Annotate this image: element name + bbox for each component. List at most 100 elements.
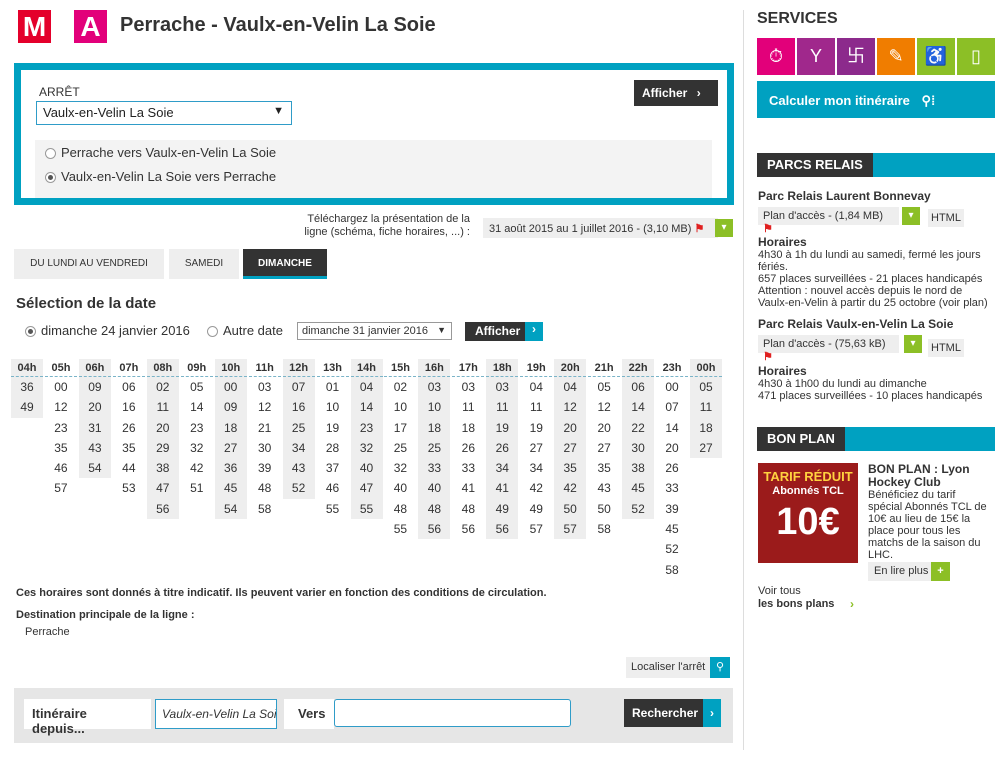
- radio-button[interactable]: [45, 148, 56, 160]
- timetable-minute: 54: [224, 501, 238, 516]
- bon-plan-text: Bénéficiez du tarif spécial Abonnés TCL …: [868, 489, 987, 561]
- timetable-minute: 40: [393, 481, 408, 496]
- afficher-date-button[interactable]: Afficher ›: [465, 322, 543, 341]
- itinerary-to-input[interactable]: [334, 699, 571, 727]
- timetable-column: 06h 09 20 31 43 54: [78, 359, 111, 479]
- timetable-minute: 20: [156, 420, 170, 435]
- timetable-minute: 25: [291, 420, 306, 435]
- timetable-minute: 18: [427, 420, 442, 435]
- parc-2-html[interactable]: HTML: [928, 339, 964, 357]
- parc-1-chevron-icon[interactable]: ▾: [902, 207, 920, 225]
- parc-1-plan[interactable]: Plan d'accès - (1,84 MB) ⚑: [758, 207, 899, 235]
- timetable-hour: 17h: [452, 359, 485, 377]
- timetable-column: 17h 03 11 18 26 33 41 48 56: [452, 359, 485, 539]
- parc-1-attention: Attention : nouvel accès depuis le nord …: [758, 285, 988, 309]
- timetable-minute: 55: [325, 501, 340, 516]
- timetable-column: 20h 04 12 20 27 35 42 50 57: [554, 359, 587, 540]
- mobile-icon[interactable]: ▯: [957, 38, 995, 75]
- ticket-icon[interactable]: ✎: [877, 38, 915, 75]
- route-icon[interactable]: Y: [797, 38, 835, 75]
- direction-option-2[interactable]: Vaulx-en-Velin La Soie vers Perrache: [45, 169, 276, 184]
- read-more-button[interactable]: En lire plus +: [868, 562, 950, 581]
- timetable-minute: 50: [563, 501, 577, 516]
- timetable-column: 15h 02 10 17 25 32 40 48 55: [384, 359, 417, 539]
- date-option-other[interactable]: Autre date: [207, 323, 283, 338]
- timetable-column: 07h 06 16 26 35 44 53: [112, 359, 145, 499]
- download-chevron-icon[interactable]: ▾: [715, 219, 733, 237]
- timetable-minute: 27: [699, 440, 713, 455]
- parcs-relais-header: PARCS RELAIS: [757, 153, 995, 177]
- page-title: Perrache - Vaulx-en-Velin La Soie: [120, 14, 436, 36]
- tab-saturday[interactable]: SAMEDI: [169, 249, 239, 279]
- chevron-right-icon[interactable]: ›: [850, 597, 854, 611]
- timetable-minute: 41: [461, 481, 476, 496]
- search-button[interactable]: Rechercher ›: [624, 699, 721, 727]
- timetable-minute: 23: [190, 420, 204, 435]
- timetable-column: 08h 02 11 20 29 38 47 56: [146, 359, 179, 520]
- date-select[interactable]: dimanche 31 janvier 2016 ▼: [297, 322, 452, 340]
- timetable-minute: 22: [631, 420, 645, 435]
- tab-sunday[interactable]: DIMANCHE: [243, 249, 327, 279]
- timetable-minute: 17: [393, 420, 408, 435]
- timetable-column: 11h 03 12 21 30 39 48 58: [248, 359, 281, 519]
- timetable-hour: 23h: [656, 359, 689, 377]
- timetable-minute: 09: [88, 380, 102, 394]
- calculate-itinerary-button[interactable]: Calculer mon itinéraire ⚲⁞: [757, 81, 995, 118]
- timer-icon[interactable]: ⏱: [757, 38, 795, 75]
- wheelchair-icon[interactable]: ♿: [917, 38, 955, 75]
- timetable-column: 18h 03 11 19 26 34 41 49 56: [486, 359, 519, 540]
- timetable-minute: 25: [427, 440, 442, 455]
- download-file[interactable]: 31 août 2015 au 1 juillet 2016 - (3,10 M…: [483, 218, 718, 238]
- date-option-today[interactable]: dimanche 24 janvier 2016: [25, 323, 190, 338]
- timetable-minute: 05: [699, 380, 713, 394]
- afficher-button[interactable]: Afficher ›: [634, 80, 718, 106]
- all-bon-plans-link[interactable]: Voir tous les bons plans: [758, 585, 834, 611]
- radio-button-checked[interactable]: [25, 326, 36, 338]
- timetable-minute: 26: [665, 461, 679, 476]
- network-icon[interactable]: 卐: [837, 38, 875, 75]
- tab-weekday[interactable]: DU LUNDI AU VENDREDI: [14, 249, 164, 279]
- timetable-minute: 40: [427, 481, 442, 496]
- timetable-minute: 48: [257, 481, 272, 496]
- timetable-minute: 09: [224, 400, 238, 415]
- localiser-button[interactable]: Localiser l'arrêt ⚲: [626, 657, 730, 678]
- timetable-minute: 23: [54, 420, 68, 435]
- itinerary-from-input[interactable]: Vaulx-en-Velin La Soie: [155, 699, 277, 729]
- radio-button-checked[interactable]: [45, 172, 56, 184]
- timetable-minute: 58: [597, 522, 611, 537]
- radio-button[interactable]: [207, 326, 218, 338]
- download-text: Téléchargez la présentation de la ligne …: [304, 213, 470, 238]
- timetable-minute: 36: [224, 461, 238, 476]
- timetable-minute: 01: [325, 380, 340, 394]
- stop-select[interactable]: Vaulx-en-Velin La Soie ▼: [36, 101, 292, 125]
- timetable-minute: 21: [257, 420, 272, 435]
- pdf-icon: ⚑: [694, 223, 705, 235]
- timetable-minute: 48: [461, 501, 476, 516]
- timetable-minute: 00: [224, 380, 238, 394]
- timetable-hour: 07h: [112, 359, 145, 377]
- parc-2-places: 471 places surveillées - 10 places handi…: [758, 390, 983, 402]
- timetable-hour: 22h: [622, 359, 655, 377]
- timetable-column: 23h 00 07 14 20 26 33 39 45 52 58: [656, 359, 689, 580]
- chevron-right-icon: ›: [525, 322, 543, 341]
- timetable-column: 00h 05 11 18 27: [690, 359, 722, 459]
- parc-2-plan[interactable]: Plan d'accès - (75,63 kB) ⚑: [758, 335, 899, 363]
- tarif-reduit-image[interactable]: TARIF RÉDUIT Abonnés TCL 10€: [758, 463, 858, 563]
- timetable-minute: 45: [631, 481, 645, 496]
- timetable-minute: 56: [156, 501, 170, 516]
- direction-option-1[interactable]: Perrache vers Vaulx-en-Velin La Soie: [45, 145, 276, 160]
- parc-1-html[interactable]: HTML: [928, 209, 964, 227]
- timetable-minute: 44: [122, 461, 136, 476]
- timetable-minute: 03: [495, 380, 509, 394]
- timetable-minute: 20: [665, 440, 679, 455]
- timetable-minute: 20: [597, 420, 611, 435]
- parc-1-places: 657 places surveillées - 21 places handi…: [758, 273, 983, 285]
- timetable-minute: 11: [156, 400, 170, 415]
- timetable-minute: 38: [156, 461, 170, 476]
- parc-2-chevron-icon[interactable]: ▾: [904, 335, 922, 353]
- timetable-minute: 48: [427, 501, 442, 516]
- timetable-minute: 02: [393, 380, 408, 394]
- timetable-minute: 55: [359, 501, 374, 516]
- timetable-minute: 45: [224, 481, 238, 496]
- timetable-minute: 56: [495, 522, 509, 537]
